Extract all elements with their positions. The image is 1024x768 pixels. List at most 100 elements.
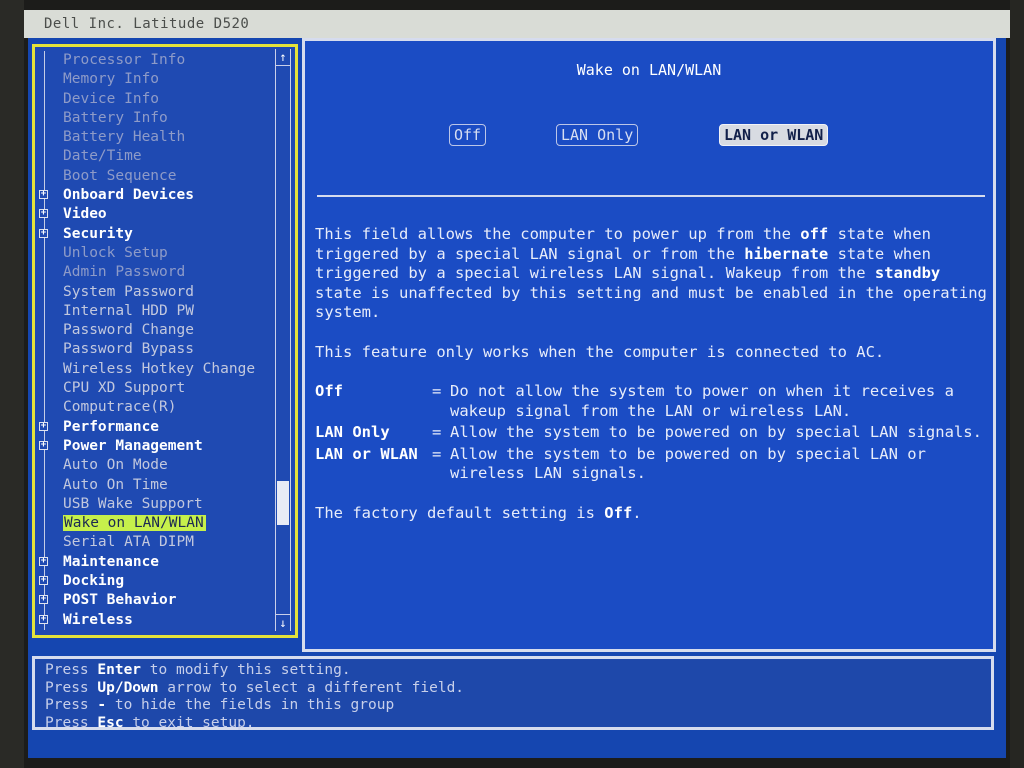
tree-group-wireless[interactable]: + Wireless bbox=[35, 610, 271, 630]
tree-item-password-bypass[interactable]: Password Bypass bbox=[35, 340, 271, 360]
tree-connector-line bbox=[44, 70, 45, 90]
tree-item-admin-password[interactable]: Admin Password bbox=[35, 263, 271, 283]
tree-item-wake-on-lan-wlan[interactable]: Wake on LAN/WLAN bbox=[35, 514, 271, 534]
tree-item-internal-hdd-pw[interactable]: Internal HDD PW bbox=[35, 301, 271, 322]
tree-item-label: Password Bypass bbox=[63, 341, 194, 358]
tree-item-auto-on-mode[interactable]: Auto On Mode bbox=[35, 456, 271, 476]
tree-item-label: Serial ATA DIPM bbox=[63, 534, 194, 551]
tree-connector-line bbox=[44, 128, 45, 148]
expand-plus-icon[interactable]: + bbox=[39, 228, 48, 238]
divider bbox=[317, 195, 985, 197]
tree-connector-line bbox=[44, 475, 45, 495]
tree-connector-line bbox=[44, 282, 45, 302]
expand-plus-icon[interactable]: + bbox=[39, 614, 48, 624]
tree-connector-line bbox=[44, 379, 45, 399]
tree-item-label: Memory Info bbox=[63, 71, 160, 88]
hint-esc: Press Esc to exit setup. bbox=[45, 714, 255, 731]
tree-scrollbar[interactable]: ↑ ↓ bbox=[275, 49, 291, 631]
tree-item-battery-info[interactable]: Battery Info bbox=[35, 108, 271, 129]
tree-item-processor-info[interactable]: Processor Info bbox=[35, 51, 271, 71]
tree-item-memory-info[interactable]: Memory Info bbox=[35, 70, 271, 90]
tree-connector-line bbox=[44, 456, 45, 476]
tree-connector-line bbox=[44, 514, 45, 534]
help-option-lan-only: LAN Only = Allow the system to be powered … bbox=[315, 423, 982, 441]
tree-item-wireless-hotkey-change[interactable]: Wireless Hotkey Change bbox=[35, 359, 271, 380]
tree-group-post-behavior[interactable]: + POST Behavior bbox=[35, 591, 271, 611]
option-lan-only[interactable]: LAN Only bbox=[556, 124, 639, 146]
option-off[interactable]: Off bbox=[449, 124, 487, 146]
tree-item-label: Performance bbox=[63, 418, 160, 435]
tree-item-label: Date/Time bbox=[63, 148, 142, 165]
tree-item-boot-sequence[interactable]: Boot Sequence bbox=[35, 166, 271, 187]
scroll-down-arrow-icon[interactable]: ↓ bbox=[276, 614, 290, 631]
tree-group-video[interactable]: + Video bbox=[35, 205, 271, 225]
scroll-thumb[interactable] bbox=[277, 481, 289, 525]
settings-tree: Processor Info Memory Info Device Info Batt… bbox=[35, 51, 271, 630]
expand-plus-icon[interactable]: + bbox=[39, 576, 48, 586]
expand-plus-icon[interactable]: + bbox=[39, 190, 48, 200]
tree-item-label: Boot Sequence bbox=[63, 167, 177, 184]
expand-plus-icon[interactable]: + bbox=[39, 421, 48, 431]
help-paragraph-default: The factory default setting is Off. bbox=[315, 503, 642, 522]
tree-item-label: Wake on LAN/WLAN bbox=[63, 515, 206, 532]
help-paragraph-description: This field allows the computer to power … bbox=[315, 225, 987, 321]
expand-plus-icon[interactable]: + bbox=[39, 440, 48, 450]
tree-item-label: Maintenance bbox=[63, 553, 160, 570]
tree-connector-line bbox=[44, 243, 45, 264]
tree-item-label: Internal HDD PW bbox=[63, 302, 194, 319]
monitor-bezel-left bbox=[0, 0, 24, 768]
settings-tree-panel: Processor Info Memory Info Device Info Batt… bbox=[32, 44, 298, 638]
tree-item-password-change[interactable]: Password Change bbox=[35, 321, 271, 341]
tree-connector-line bbox=[44, 533, 45, 553]
title-bar: Dell Inc. Latitude D520 bbox=[24, 10, 1010, 38]
help-option-list: Off = Do not allow the system to power on … bbox=[315, 382, 989, 484]
tree-group-onboard-devices[interactable]: + Onboard Devices bbox=[35, 186, 271, 206]
help-paragraph-ac-note: This feature only works when the compute… bbox=[315, 342, 885, 361]
tree-connector-line bbox=[44, 359, 45, 380]
expand-plus-icon[interactable]: + bbox=[39, 556, 48, 566]
tree-item-label: Auto On Mode bbox=[63, 457, 168, 474]
tree-item-cpu-xd-support[interactable]: CPU XD Support bbox=[35, 379, 271, 399]
tree-item-battery-health[interactable]: Battery Health bbox=[35, 128, 271, 148]
tree-group-docking[interactable]: + Docking bbox=[35, 572, 271, 592]
tree-group-power-management[interactable]: + Power Management bbox=[35, 436, 271, 457]
tree-connector-line bbox=[44, 263, 45, 283]
hint-enter: Press Enter to modify this setting. bbox=[45, 662, 351, 678]
scroll-up-arrow-icon[interactable]: ↑ bbox=[276, 49, 290, 66]
tree-item-unlock-setup[interactable]: Unlock Setup bbox=[35, 243, 271, 264]
tree-connector-line bbox=[44, 166, 45, 187]
tree-item-usb-wake-support[interactable]: USB Wake Support bbox=[35, 494, 271, 515]
tree-item-auto-on-time[interactable]: Auto On Time bbox=[35, 475, 271, 495]
tree-item-label: Admin Password bbox=[63, 264, 186, 281]
tree-group-security[interactable]: + Security bbox=[35, 224, 271, 244]
monitor-bezel-right bbox=[1010, 0, 1024, 768]
tree-item-system-password[interactable]: System Password bbox=[35, 282, 271, 302]
tree-item-label: Wireless bbox=[63, 611, 133, 628]
tree-connector-line bbox=[44, 494, 45, 515]
tree-item-label: Docking bbox=[63, 573, 125, 590]
tree-item-serial-ata-dipm[interactable]: Serial ATA DIPM bbox=[35, 533, 271, 553]
tree-item-label: Password Change bbox=[63, 322, 194, 339]
tree-item-label: Wireless Hotkey Change bbox=[63, 360, 256, 377]
option-lan-or-wlan[interactable]: LAN or WLAN bbox=[719, 124, 829, 146]
hint-up-down: Press Up/Down arrow to select a differen… bbox=[45, 679, 465, 696]
tree-group-performance[interactable]: + Performance bbox=[35, 417, 271, 437]
tree-item-label: Power Management bbox=[63, 437, 203, 454]
tree-item-date-time[interactable]: Date/Time bbox=[35, 147, 271, 167]
tree-item-device-info[interactable]: Device Info bbox=[35, 89, 271, 109]
tree-group-maintenance[interactable]: + Maintenance bbox=[35, 552, 271, 573]
help-option-off: Off = Do not allow the system to power on … bbox=[315, 382, 954, 420]
hint-collapse: Press - to hide the fields in this group bbox=[45, 697, 395, 713]
tree-item-label: Video bbox=[63, 206, 107, 223]
expand-plus-icon[interactable]: + bbox=[39, 209, 48, 219]
tree-connector-line bbox=[44, 89, 45, 109]
tree-item-label: USB Wake Support bbox=[63, 495, 203, 512]
tree-item-computrace-r[interactable]: Computrace(R) bbox=[35, 398, 271, 418]
tree-item-label: Processor Info bbox=[63, 52, 186, 68]
tree-connector-line bbox=[44, 147, 45, 167]
tree-item-label: Battery Info bbox=[63, 109, 168, 126]
tree-connector-line bbox=[44, 301, 45, 322]
setting-detail-panel: Wake on LAN/WLAN Off LAN Only LAN or WLA… bbox=[302, 38, 996, 652]
tree-connector-line bbox=[44, 108, 45, 129]
expand-plus-icon[interactable]: + bbox=[39, 595, 48, 605]
